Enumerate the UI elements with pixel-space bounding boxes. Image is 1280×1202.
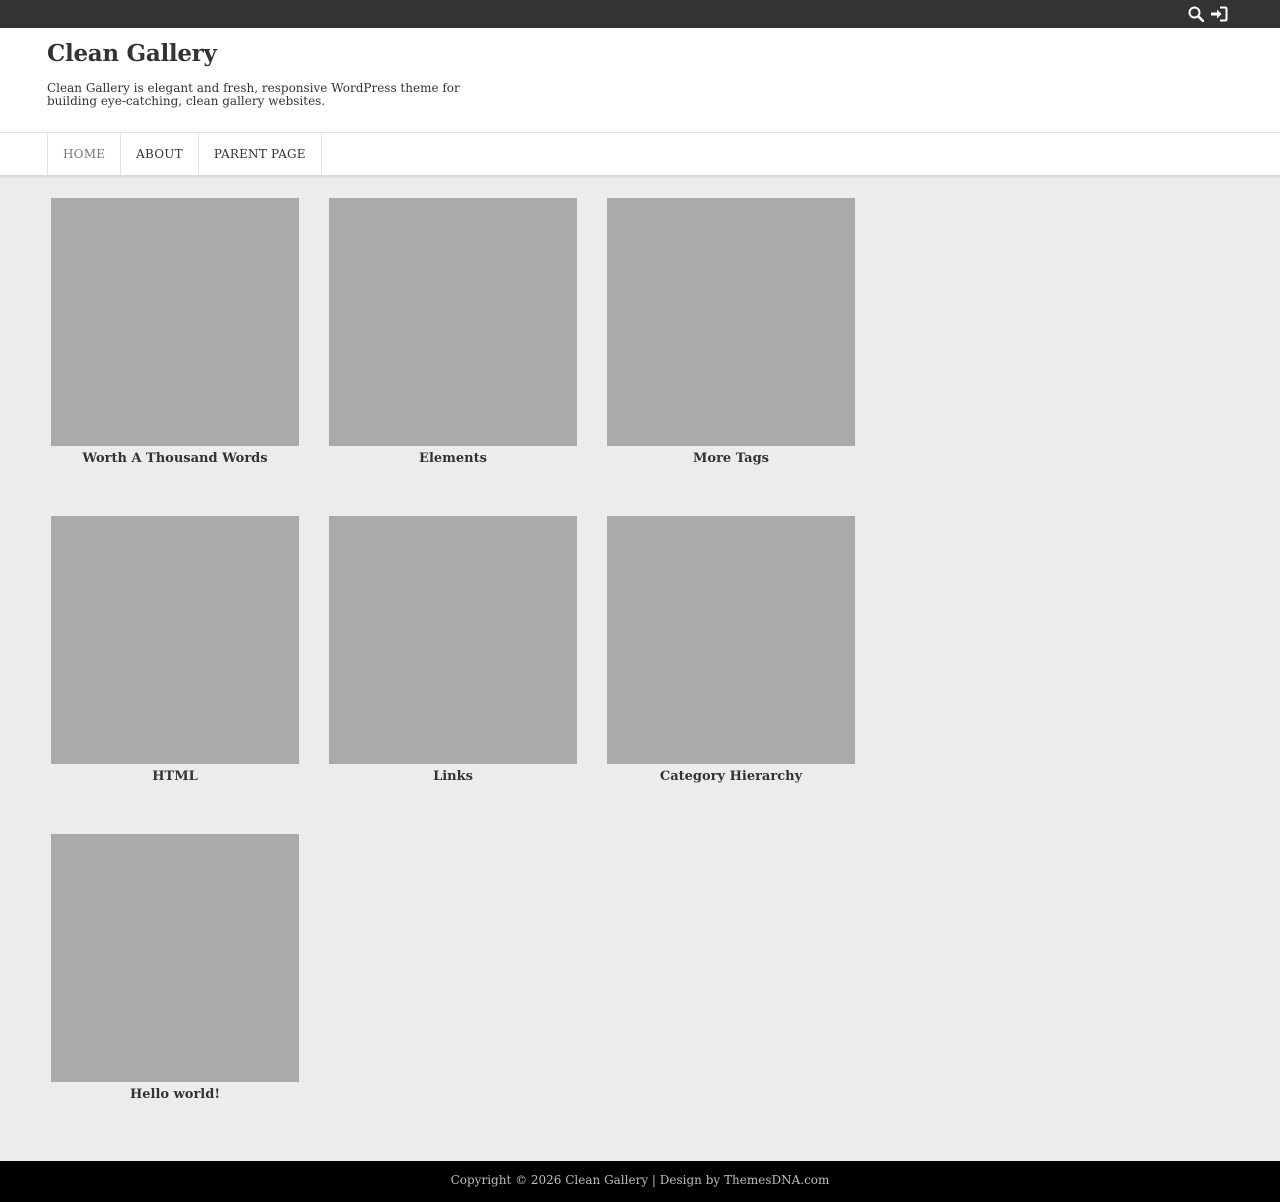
post-card: Worth A Thousand Words xyxy=(51,198,299,466)
post-thumbnail[interactable] xyxy=(607,198,855,446)
post-card: More Tags xyxy=(607,198,855,466)
post-title[interactable]: Hello world! xyxy=(51,1087,299,1102)
main-navigation: HOME ABOUT PARENT PAGE xyxy=(0,133,1280,176)
post-card: Category Hierarchy xyxy=(607,516,855,784)
post-title[interactable]: HTML xyxy=(51,769,299,784)
footer-separator: | xyxy=(648,1173,660,1187)
site-header: Clean Gallery Clean Gallery is elegant a… xyxy=(0,28,1280,133)
nav-item-about[interactable]: ABOUT xyxy=(121,133,199,175)
search-icon[interactable] xyxy=(1186,4,1206,24)
post-thumbnail[interactable] xyxy=(607,516,855,764)
sign-in-icon[interactable] xyxy=(1209,4,1229,24)
post-card: Links xyxy=(329,516,577,784)
post-title[interactable]: Worth A Thousand Words xyxy=(51,451,299,466)
nav-item-home[interactable]: HOME xyxy=(48,133,122,175)
post-title[interactable]: More Tags xyxy=(607,451,855,466)
post-title[interactable]: Links xyxy=(329,769,577,784)
post-thumbnail[interactable] xyxy=(51,516,299,764)
designer-credit-link[interactable]: Design by ThemesDNA.com xyxy=(660,1173,830,1187)
site-tagline: Clean Gallery is elegant and fresh, resp… xyxy=(47,81,460,108)
post-card: HTML xyxy=(51,516,299,784)
nav-menu: HOME ABOUT PARENT PAGE xyxy=(47,133,322,175)
post-thumbnail[interactable] xyxy=(51,834,299,1082)
post-card: Elements xyxy=(329,198,577,466)
post-thumbnail[interactable] xyxy=(51,198,299,446)
post-thumbnail[interactable] xyxy=(329,198,577,446)
post-thumbnail[interactable] xyxy=(329,516,577,764)
site-footer: Copyright © 2026 Clean Gallery | Design … xyxy=(0,1161,1280,1202)
post-title[interactable]: Elements xyxy=(329,451,577,466)
nav-item-parent-page[interactable]: PARENT PAGE xyxy=(199,133,322,175)
post-title[interactable]: Category Hierarchy xyxy=(607,769,855,784)
site-title[interactable]: Clean Gallery xyxy=(47,40,217,67)
post-card: Hello world! xyxy=(51,834,299,1102)
copyright-text: Copyright © 2026 Clean Gallery xyxy=(450,1173,649,1187)
top-bar xyxy=(0,0,1280,28)
